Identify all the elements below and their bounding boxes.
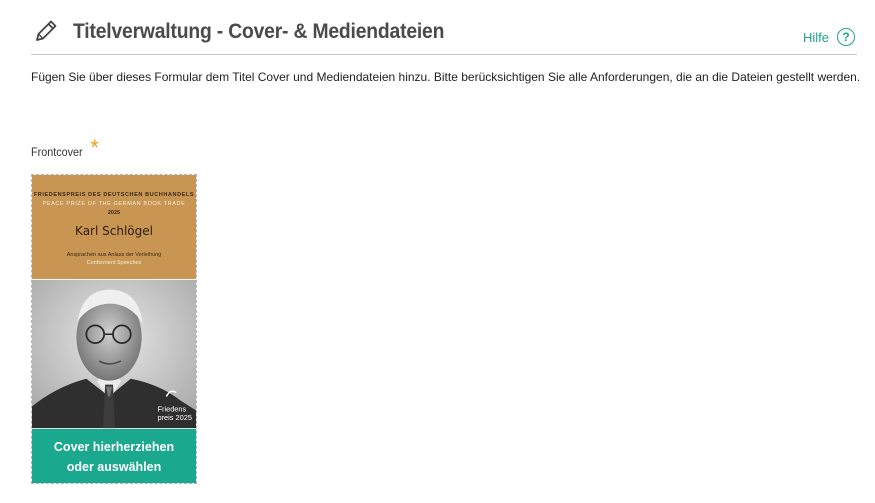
cover-subtitle2: Conferment Speeches bbox=[86, 260, 142, 266]
page-header: Titelverwaltung - Cover- & Mediendateien… bbox=[31, 16, 857, 55]
help-icon[interactable]: ? bbox=[837, 28, 855, 46]
pencil-icon bbox=[36, 20, 57, 41]
frontcover-label-text: Frontcover bbox=[31, 145, 83, 159]
cover-portrait-image: Friedens preis 2025 bbox=[32, 279, 196, 429]
cover-line1: FRIEDENSPREIS DES DEUTSCHEN BUCHHANDELS bbox=[33, 192, 195, 198]
logo-line2: preis 2025 bbox=[157, 413, 192, 422]
required-marker: * bbox=[90, 135, 99, 160]
logo-line1: Friedens bbox=[157, 404, 186, 413]
frontcover-dropzone[interactable]: FRIEDENSPREIS DES DEUTSCHEN BUCHHANDELS … bbox=[31, 174, 197, 484]
help-label[interactable]: Hilfe bbox=[803, 30, 829, 45]
cover-subtitle1: Ansprachen aus Anlass der Verleihung bbox=[66, 252, 162, 258]
cover-upload-button[interactable]: Cover hierherziehen oder auswählen bbox=[32, 429, 196, 483]
intro-text: Fügen Sie über dieses Formular dem Titel… bbox=[31, 70, 861, 84]
frontcover-label: Frontcover * bbox=[31, 135, 99, 160]
help-link[interactable]: Hilfe ? bbox=[803, 28, 855, 46]
cover-image-top: FRIEDENSPREIS DES DEUTSCHEN BUCHHANDELS … bbox=[32, 175, 196, 279]
cover-year: 2025 bbox=[107, 210, 121, 216]
page-title: Titelverwaltung - Cover- & Mediendateien bbox=[73, 20, 445, 43]
cover-line2: PEACE PRIZE OF THE GERMAN BOOK TRADE bbox=[42, 201, 186, 207]
cover-author: Karl Schlögel bbox=[75, 224, 153, 238]
